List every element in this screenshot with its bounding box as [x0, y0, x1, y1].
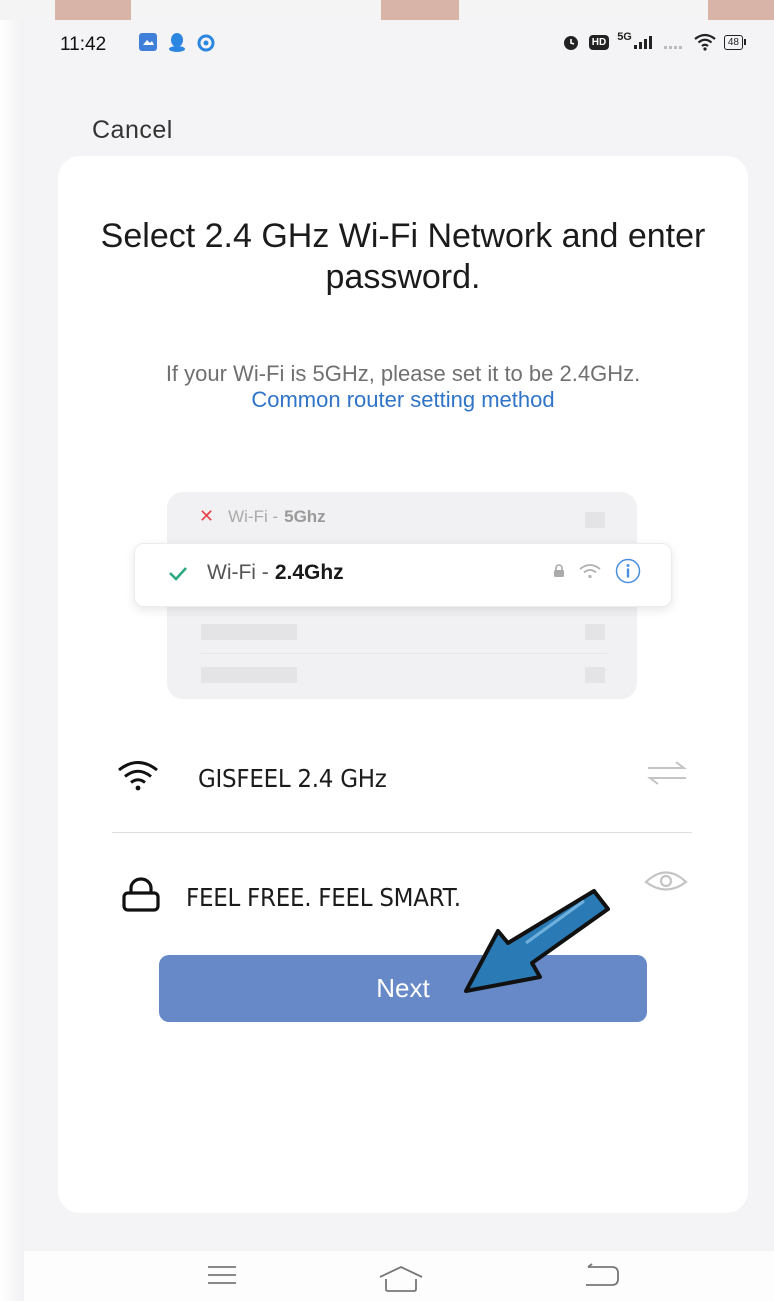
instruction-text: If your Wi-Fi is 5GHz, please set it to …: [128, 361, 678, 413]
placeholder-square: [585, 624, 605, 640]
switch-network-icon[interactable]: [646, 758, 688, 788]
battery-level: 48: [727, 36, 739, 48]
wifi-icon: [118, 761, 158, 791]
lock-small-icon: [554, 564, 564, 577]
illustration-5ghz-prefix: Wi-Fi -: [228, 506, 279, 526]
cancel-button[interactable]: Cancel: [92, 116, 173, 145]
illustration-24ghz-prefix: Wi-Fi -: [207, 561, 269, 584]
alarm-icon: [563, 36, 578, 50]
page-title: Select 2.4 GHz Wi-Fi Network and enter p…: [100, 217, 706, 296]
signal-bars-empty-icon: [663, 46, 682, 49]
app-notification-icon: [197, 34, 215, 52]
illustration-5ghz-band: 5Ghz: [284, 506, 326, 526]
check-icon: [169, 567, 187, 581]
placeholder-bar: [201, 667, 297, 683]
illustration-row-5ghz: ✕ Wi-Fi - 5Ghz: [199, 506, 326, 527]
status-time: 11:42: [60, 34, 107, 55]
notification-icons: [138, 32, 216, 52]
field-divider: [112, 832, 692, 833]
router-setting-link[interactable]: Common router setting method: [251, 387, 554, 412]
system-icons: HD 5G 48: [561, 31, 746, 52]
instruction-body: If your Wi-Fi is 5GHz, please set it to …: [165, 361, 641, 386]
wifi-ssid-field[interactable]: GISFEEL 2.4 GHz: [110, 746, 696, 806]
placeholder-divider: [201, 653, 607, 654]
illustration-status-icons: [553, 558, 641, 584]
back-icon[interactable]: [582, 1263, 620, 1289]
status-bar: 11:42 HD 5G 48: [24, 20, 774, 70]
pointer-arrow-annotation: [464, 889, 610, 993]
home-icon[interactable]: [378, 1265, 424, 1293]
wifi-setup-card: Select 2.4 GHz Wi-Fi Network and enter p…: [58, 156, 748, 1213]
show-password-eye-icon[interactable]: [644, 869, 688, 895]
lock-icon: [122, 877, 160, 912]
placeholder-square: [585, 667, 605, 683]
wifi-ssid-value: GISFEEL 2.4 GHz: [198, 764, 387, 793]
menu-icon[interactable]: [206, 1263, 238, 1287]
network-5g-icon: 5G: [617, 31, 656, 49]
illustration-24ghz-label: Wi-Fi -2.4Ghz: [207, 561, 344, 585]
wifi-password-value: FEEL FREE. FEEL SMART.: [186, 883, 461, 912]
placeholder-square: [585, 512, 605, 528]
system-navigation-bar: [24, 1251, 774, 1301]
phone-screen: 11:42 HD 5G 48 Cancel Select 2.4 GHz Wi-…: [24, 20, 774, 1301]
placeholder-bar: [201, 624, 297, 640]
network-type-label: 5G: [617, 31, 632, 43]
wifi-status-icon: [694, 33, 716, 51]
signal-bars-icon: [633, 36, 652, 49]
cross-icon: ✕: [199, 506, 215, 526]
hd-icon: HD: [588, 34, 610, 50]
background-edge: [0, 20, 24, 1301]
gallery-notification-icon: [139, 33, 157, 51]
illustration-row-24ghz: Wi-Fi -2.4Ghz: [134, 543, 672, 607]
illustration-24ghz-band: 2.4Ghz: [274, 561, 344, 584]
battery-icon: 48: [723, 34, 746, 50]
wifi-small-icon: [579, 564, 601, 579]
info-icon: [615, 558, 641, 584]
background-strip: [0, 0, 774, 20]
qq-notification-icon: [169, 33, 185, 52]
